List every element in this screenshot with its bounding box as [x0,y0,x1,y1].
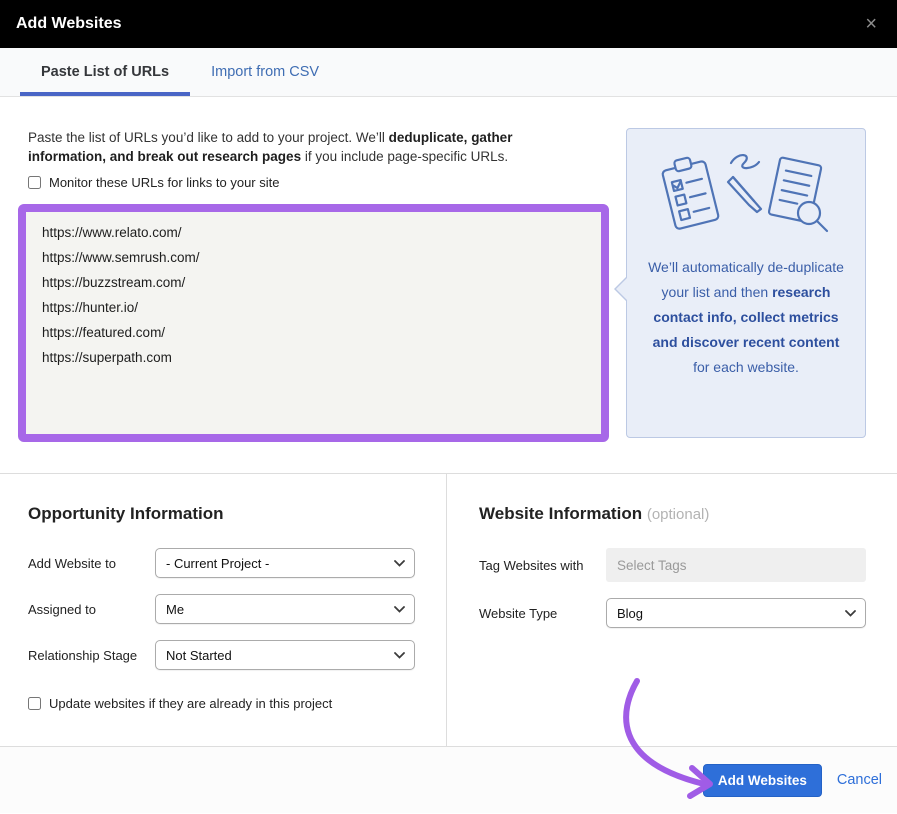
update-websites-row: Update websites if they are already in t… [28,696,418,711]
tab-paste-list-of-urls[interactable]: Paste List of URLs [20,48,190,96]
website-information-heading-text: Website Information [479,504,642,523]
modal-title: Add Websites [16,15,122,33]
url-textarea-highlight: https://www.relato.com/ https://www.semr… [18,204,609,442]
tab-bar: Paste List of URLs Import from CSV [0,48,897,97]
callout-text-normal-2: for each website. [693,359,799,375]
tag-websites-label: Tag Websites with [479,558,606,573]
website-information-panel: Website Information (optional) Tag Websi… [447,474,897,746]
callout-text: We’ll automatically de-duplicate your li… [627,255,865,380]
modal-header: Add Websites × [0,0,897,48]
update-websites-label: Update websites if they are already in t… [49,696,332,711]
update-websites-checkbox[interactable] [28,697,41,710]
monitor-checkbox[interactable] [28,176,41,189]
url-textarea[interactable]: https://www.relato.com/ https://www.semr… [26,212,601,434]
relationship-stage-value: Not Started [166,648,232,663]
relationship-stage-label: Relationship Stage [28,648,155,663]
info-callout: We’ll automatically de-duplicate your li… [626,128,866,438]
tag-websites-input[interactable] [606,548,866,582]
website-type-select[interactable]: Blog [606,598,866,628]
website-type-label: Website Type [479,606,606,621]
tab-import-from-csv[interactable]: Import from CSV [190,48,340,96]
website-type-row: Website Type Blog [479,598,866,628]
add-websites-modal: { "modal": { "title": "Add Websites", "c… [0,0,897,814]
monitor-checkbox-row: Monitor these URLs for links to your sit… [28,175,279,190]
relationship-stage-row: Relationship Stage Not Started [28,640,418,670]
cancel-link[interactable]: Cancel [837,772,882,788]
add-website-to-row: Add Website to - Current Project - [28,548,418,578]
tag-websites-row: Tag Websites with [479,548,866,582]
chevron-down-icon [394,652,405,659]
add-websites-button[interactable]: Add Websites [703,764,822,797]
close-icon[interactable]: × [861,12,881,36]
website-information-heading: Website Information (optional) [479,504,866,524]
chevron-down-icon [845,610,856,617]
chevron-down-icon [394,560,405,567]
relationship-stage-select[interactable]: Not Started [155,640,415,670]
add-website-to-select[interactable]: - Current Project - [155,548,415,578]
documents-pen-magnifier-doodle-icon [653,145,839,249]
lower-columns: Opportunity Information Add Website to -… [0,474,897,746]
intro-text-tail: if you include page-specific URLs. [301,149,508,164]
assigned-to-label: Assigned to [28,602,155,617]
monitor-checkbox-label: Monitor these URLs for links to your sit… [49,175,279,190]
optional-suffix: (optional) [647,506,710,523]
paste-section: Paste the list of URLs you’d like to add… [0,97,897,474]
intro-text: Paste the list of URLs you’d like to add… [28,128,568,166]
intro-text-normal: Paste the list of URLs you’d like to add… [28,130,389,145]
opportunity-information-heading: Opportunity Information [28,504,418,524]
assigned-to-select[interactable]: Me [155,594,415,624]
modal-footer: Add Websites Cancel [0,746,897,813]
opportunity-information-panel: Opportunity Information Add Website to -… [0,474,447,746]
add-website-to-label: Add Website to [28,556,155,571]
website-type-value: Blog [617,606,643,621]
add-website-to-value: - Current Project - [166,556,269,571]
assigned-to-row: Assigned to Me [28,594,418,624]
chevron-down-icon [394,606,405,613]
assigned-to-value: Me [166,602,184,617]
